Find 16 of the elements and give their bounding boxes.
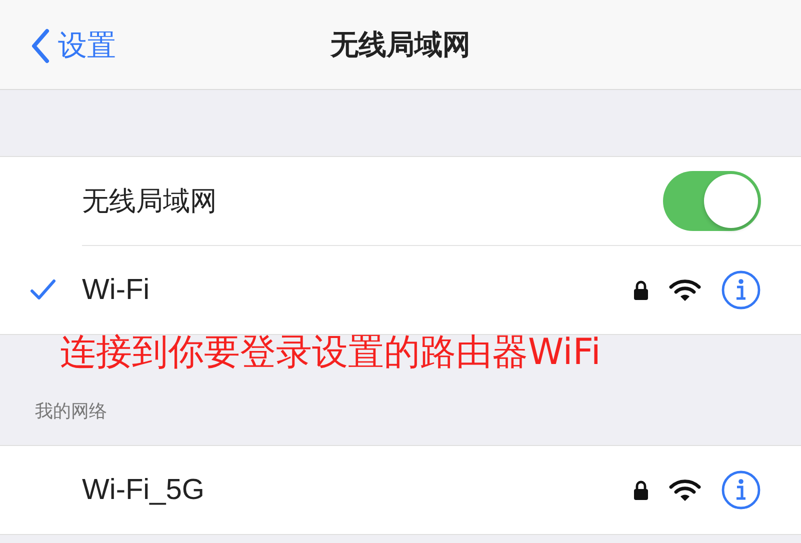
- wifi-signal-icon: [669, 278, 701, 302]
- wifi-signal-icon: [669, 478, 701, 502]
- back-button[interactable]: 设置: [30, 26, 116, 66]
- network-row[interactable]: Wi-Fi_5G: [0, 446, 801, 534]
- info-icon: [721, 270, 761, 310]
- info-button[interactable]: [721, 470, 761, 510]
- annotation-text: 连接到你要登录设置的路由器WiFi: [60, 331, 601, 375]
- back-chevron-icon: [30, 28, 50, 64]
- info-button[interactable]: [721, 270, 761, 310]
- toggle-label: 无线局域网: [82, 185, 218, 219]
- network-row[interactable]: Wi-Fi: [0, 246, 801, 334]
- window-title: 无线局域网: [330, 26, 470, 62]
- section-header: 我的网络: [35, 400, 107, 423]
- network-name[interactable]: Wi-Fi: [82, 274, 633, 306]
- network-name[interactable]: Wi-Fi_5G: [82, 474, 633, 506]
- info-icon: [721, 470, 761, 510]
